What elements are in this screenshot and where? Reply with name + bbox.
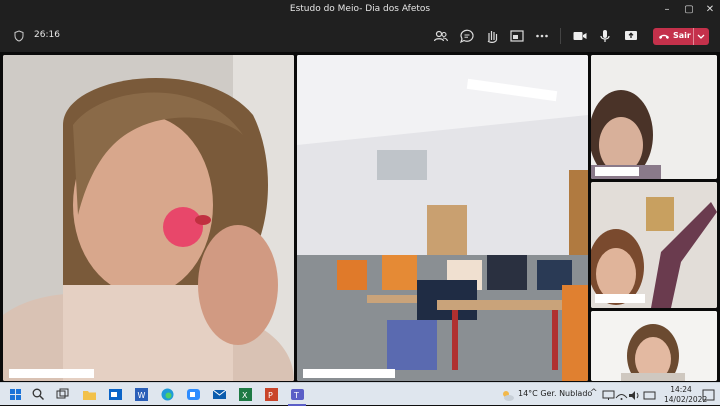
leave-button[interactable]: Sair [653,28,709,45]
file-explorer-icon[interactable] [82,387,97,402]
notification-icon[interactable] [701,388,716,403]
keyboard-language-icon[interactable] [642,388,657,403]
video-tile-student-1[interactable] [591,55,717,179]
maximize-button[interactable]: ▢ [680,2,698,18]
more-options-icon[interactable] [534,28,550,44]
clock-time: 14:24 [670,385,692,394]
edge-icon[interactable] [160,387,175,402]
chevron-up-icon[interactable]: ^ [590,388,598,398]
system-clock[interactable]: 14:24 14/02/2022 [664,385,708,405]
student-video-feed [591,311,717,381]
classroom-video-feed [297,55,588,381]
leave-separator [693,28,694,45]
word-icon[interactable]: W [134,387,149,402]
teacher-video-feed [3,55,294,381]
participants-icon[interactable] [433,28,449,44]
weather-text: Ger. Nublado [540,389,593,398]
video-stage [0,52,720,382]
svg-text:W: W [138,391,146,400]
participant-name-label [303,369,395,378]
chevron-down-icon[interactable] [697,33,705,40]
minimize-button[interactable]: – [658,2,676,18]
microphone-icon[interactable] [597,28,613,44]
video-tile-student-2[interactable] [591,182,717,308]
taskbar: W X P T 14°C Ger. Nublado ^ 14:24 14/02/… [0,382,720,406]
outlook-icon[interactable] [108,387,123,402]
video-tile-main[interactable] [3,55,294,381]
student-video-feed [591,182,717,308]
powerpoint-icon[interactable]: P [264,387,279,402]
toolbar-divider [560,28,561,44]
volume-icon[interactable] [627,388,642,403]
meeting-toolbar: 26:16 Sair [0,20,720,52]
windows-start-icon[interactable] [8,387,23,402]
weather-widget[interactable]: 14°C Ger. Nublado [518,389,592,398]
hang-up-icon [659,34,669,39]
meeting-timer: 26:16 [34,30,60,40]
window-title: Estudo do Meio- Dia dos Afetos [289,4,431,14]
mail-icon[interactable] [212,387,227,402]
video-tile-student-3[interactable] [591,311,717,381]
leave-label: Sair [673,31,691,40]
share-screen-icon[interactable] [623,28,639,44]
zoom-icon[interactable] [186,387,201,402]
search-icon[interactable] [31,387,46,402]
close-button[interactable]: ✕ [701,2,719,18]
participant-name-label [595,294,645,303]
svg-text:X: X [242,391,248,400]
view-layout-icon[interactable] [509,28,525,44]
participant-name-label [9,369,94,378]
svg-text:T: T [293,391,299,400]
teams-icon[interactable]: T [290,387,305,402]
excel-icon[interactable]: X [238,387,253,402]
shield-icon [14,30,24,42]
raise-hand-icon[interactable] [484,28,500,44]
weather-temp: 14°C [518,389,538,398]
clock-date: 14/02/2022 [664,395,708,404]
camera-icon[interactable] [572,28,588,44]
chat-icon[interactable] [459,28,475,44]
participant-name-label [595,167,639,176]
student-video-feed [591,55,717,179]
window-titlebar: Estudo do Meio- Dia dos Afetos – ▢ ✕ [0,0,720,20]
video-tile-classroom[interactable] [297,55,588,381]
task-view-icon[interactable] [55,387,70,402]
weather-icon[interactable] [500,388,515,403]
svg-text:P: P [268,391,273,400]
